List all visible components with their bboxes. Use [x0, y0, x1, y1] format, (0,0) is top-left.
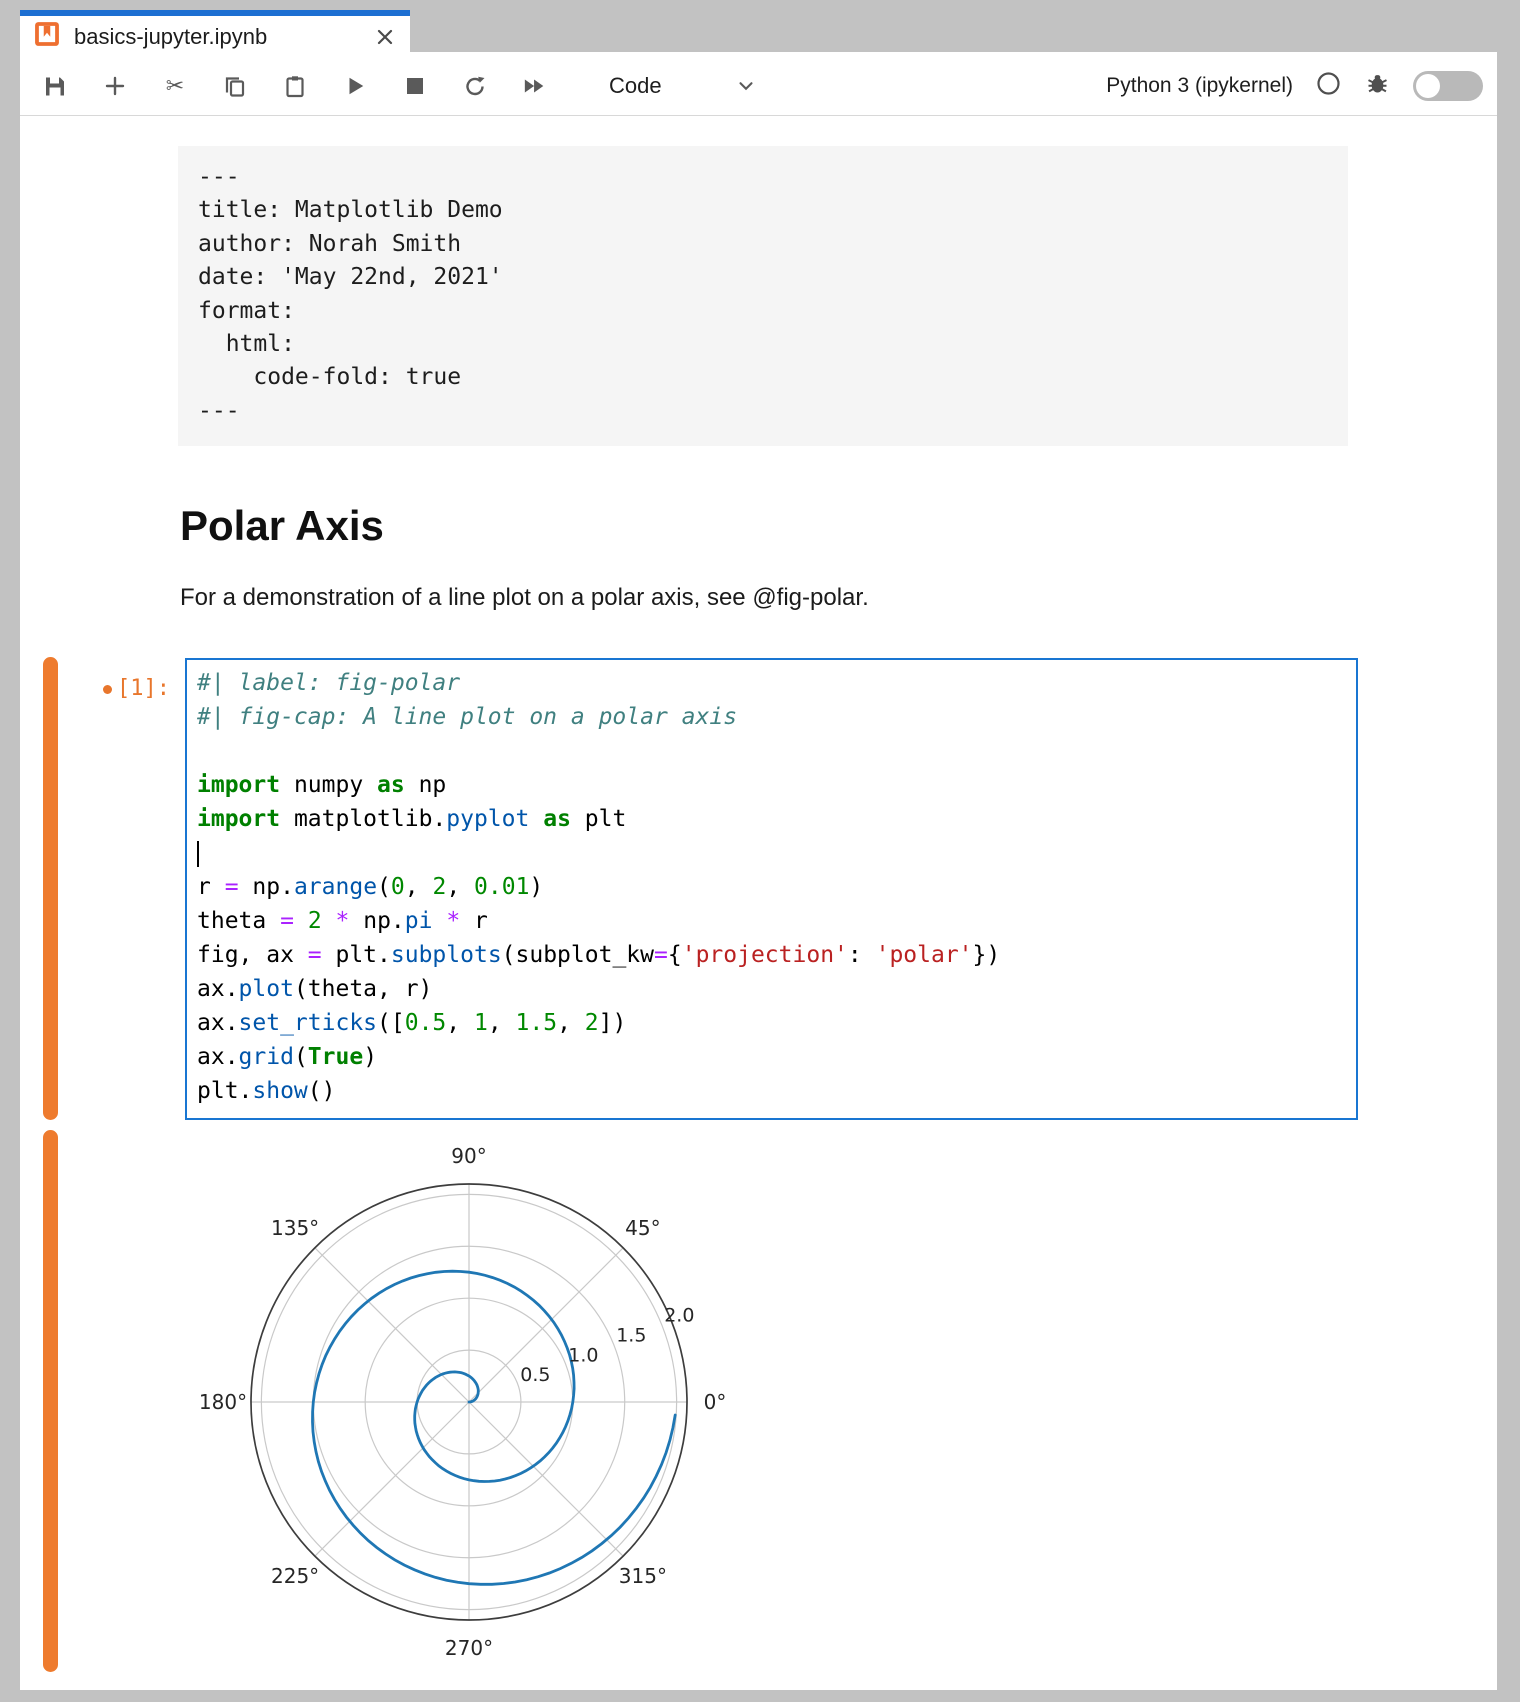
svg-text:90°: 90°: [451, 1144, 486, 1168]
svg-text:1.5: 1.5: [616, 1324, 646, 1346]
paste-icon[interactable]: [283, 73, 307, 99]
raw-yaml-cell[interactable]: --- title: Matplotlib Demo author: Norah…: [178, 146, 1348, 446]
svg-text:270°: 270°: [445, 1636, 493, 1660]
output-area: 0° 45° 90° 135° 180° 225° 270° 315° 0.5 1.0 1.5 2.0: [189, 1130, 749, 1670]
jupyterlab-window: basics-jupyter.ipynb ✂: [20, 10, 1497, 1690]
chevron-down-icon[interactable]: [734, 73, 758, 99]
save-button[interactable]: [43, 73, 67, 99]
debugger-bug-icon[interactable]: [1364, 70, 1391, 102]
page-title: Polar Axis: [180, 502, 384, 550]
copy-icon[interactable]: [223, 73, 247, 99]
svg-text:0°: 0°: [704, 1390, 727, 1414]
kernel-name[interactable]: Python 3 (ipykernel): [1106, 74, 1293, 98]
execution-prompt: [1]:: [80, 676, 170, 701]
code-editor-lines: #| label: fig-polar#| fig-cap: A line pl…: [197, 666, 1346, 1108]
svg-text:0.5: 0.5: [520, 1364, 550, 1386]
close-icon[interactable]: [374, 26, 396, 48]
markdown-paragraph: For a demonstration of a line plot on a …: [180, 584, 869, 612]
notebook-file-icon: [34, 21, 60, 52]
svg-text:135°: 135°: [271, 1216, 319, 1240]
svg-text:180°: 180°: [199, 1390, 247, 1414]
stop-icon[interactable]: [403, 73, 427, 99]
notebook-toolbar: ✂: [20, 57, 1497, 116]
svg-text:315°: 315°: [619, 1564, 667, 1588]
tab-title: basics-jupyter.ipynb: [74, 24, 374, 50]
svg-text:2.0: 2.0: [664, 1305, 694, 1327]
polar-chart: 0° 45° 90° 135° 180° 225° 270° 315° 0.5 1.0 1.5 2.0: [189, 1130, 749, 1670]
output-collapser-bar[interactable]: [43, 1130, 58, 1672]
execution-dot: [103, 685, 112, 694]
svg-text:45°: 45°: [625, 1216, 660, 1240]
add-cell-button[interactable]: [103, 73, 127, 99]
kernel-status-icon[interactable]: [1315, 70, 1342, 102]
fast-forward-icon[interactable]: [523, 73, 547, 99]
collaboration-toggle[interactable]: [1413, 71, 1483, 101]
toggle-knob: [1416, 74, 1440, 98]
input-collapser-bar[interactable]: [43, 657, 58, 1120]
tab-basics-jupyter[interactable]: basics-jupyter.ipynb: [20, 10, 410, 57]
code-editor[interactable]: #| label: fig-polar#| fig-cap: A line pl…: [185, 658, 1358, 1120]
svg-text:225°: 225°: [271, 1564, 319, 1588]
cell-type-dropdown[interactable]: Code: [609, 73, 662, 99]
run-icon[interactable]: [343, 73, 367, 99]
restart-kernel-icon[interactable]: [463, 73, 487, 99]
svg-text:1.0: 1.0: [568, 1344, 598, 1366]
cut-icon[interactable]: ✂: [163, 73, 187, 99]
